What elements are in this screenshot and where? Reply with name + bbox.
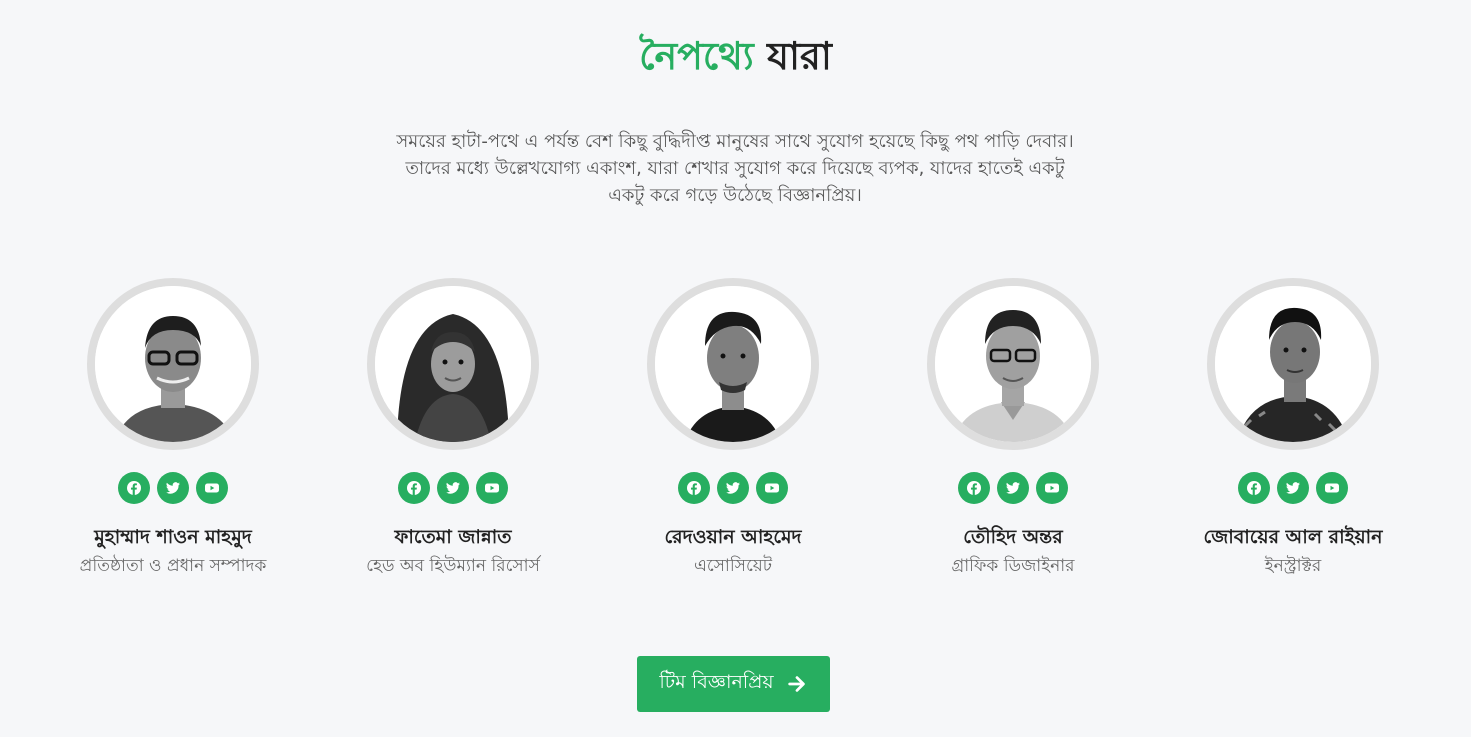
team-grid: মুহাম্মাদ শাওন মাহমুদ প্রতিষ্ঠাতা ও প্রধ…: [33, 278, 1433, 578]
team-member-card: তৌহিদ অন্তর গ্রাফিক ডিজাইনার: [873, 278, 1153, 578]
member-name: মুহাম্মাদ শাওন মাহমুদ: [94, 526, 252, 548]
team-member-card: ফাতেমা জান্নাত হেড অব হিউম্যান রিসোর্স: [313, 278, 593, 578]
team-section: নৈপথ্যে যারা সময়ের হাটা-পথে এ পর্যন্ত ব…: [0, 0, 1471, 737]
youtube-icon[interactable]: [196, 472, 228, 504]
facebook-icon[interactable]: [958, 472, 990, 504]
member-photo: [927, 278, 1099, 450]
team-member-card: জোবায়ের আল রাইয়ান ইনস্ট্রাক্টর: [1153, 278, 1433, 578]
section-title: নৈপথ্যে যারা: [0, 30, 1471, 82]
section-title-rest: যারা: [767, 34, 832, 78]
twitter-icon[interactable]: [717, 472, 749, 504]
member-name: তৌহিদ অন্তর: [963, 526, 1063, 548]
member-name: ফাতেমা জান্নাত: [394, 526, 512, 548]
twitter-icon[interactable]: [437, 472, 469, 504]
member-photo: [87, 278, 259, 450]
member-role: প্রতিষ্ঠাতা ও প্রধান সম্পাদক: [79, 556, 267, 576]
facebook-icon[interactable]: [118, 472, 150, 504]
facebook-icon[interactable]: [398, 472, 430, 504]
section-description: সময়ের হাটা-পথে এ পর্যন্ত বেশ কিছু বুদ্ধ…: [396, 131, 1074, 206]
social-links: [118, 472, 228, 504]
social-links: [958, 472, 1068, 504]
team-page-button-label: টিম বিজ্ঞানপ্রিয়: [659, 671, 774, 693]
youtube-icon[interactable]: [1316, 472, 1348, 504]
member-role: গ্রাফিক ডিজাইনার: [951, 556, 1075, 576]
member-photo: [1207, 278, 1379, 450]
youtube-icon[interactable]: [756, 472, 788, 504]
member-photo: [367, 278, 539, 450]
social-links: [1238, 472, 1348, 504]
member-role: হেড অব হিউম্যান রিসোর্স: [366, 556, 540, 576]
twitter-icon[interactable]: [997, 472, 1029, 504]
team-member-card: রেদওয়ান আহমেদ এসোসিয়েট: [593, 278, 873, 578]
member-name: রেদওয়ান আহমেদ: [664, 526, 802, 548]
member-role: এসোসিয়েট: [693, 556, 773, 576]
member-photo: [647, 278, 819, 450]
facebook-icon[interactable]: [1238, 472, 1270, 504]
team-page-button[interactable]: টিম বিজ্ঞানপ্রিয়: [637, 656, 830, 712]
youtube-icon[interactable]: [476, 472, 508, 504]
arrow-right-icon: [787, 676, 805, 692]
twitter-icon[interactable]: [1277, 472, 1309, 504]
social-links: [678, 472, 788, 504]
section-title-accent: নৈপথ্যে: [639, 34, 754, 78]
social-links: [398, 472, 508, 504]
facebook-icon[interactable]: [678, 472, 710, 504]
youtube-icon[interactable]: [1036, 472, 1068, 504]
member-role: ইনস্ট্রাক্টর: [1264, 556, 1322, 576]
member-name: জোবায়ের আল রাইয়ান: [1203, 526, 1383, 548]
team-member-card: মুহাম্মাদ শাওন মাহমুদ প্রতিষ্ঠাতা ও প্রধ…: [33, 278, 313, 578]
twitter-icon[interactable]: [157, 472, 189, 504]
